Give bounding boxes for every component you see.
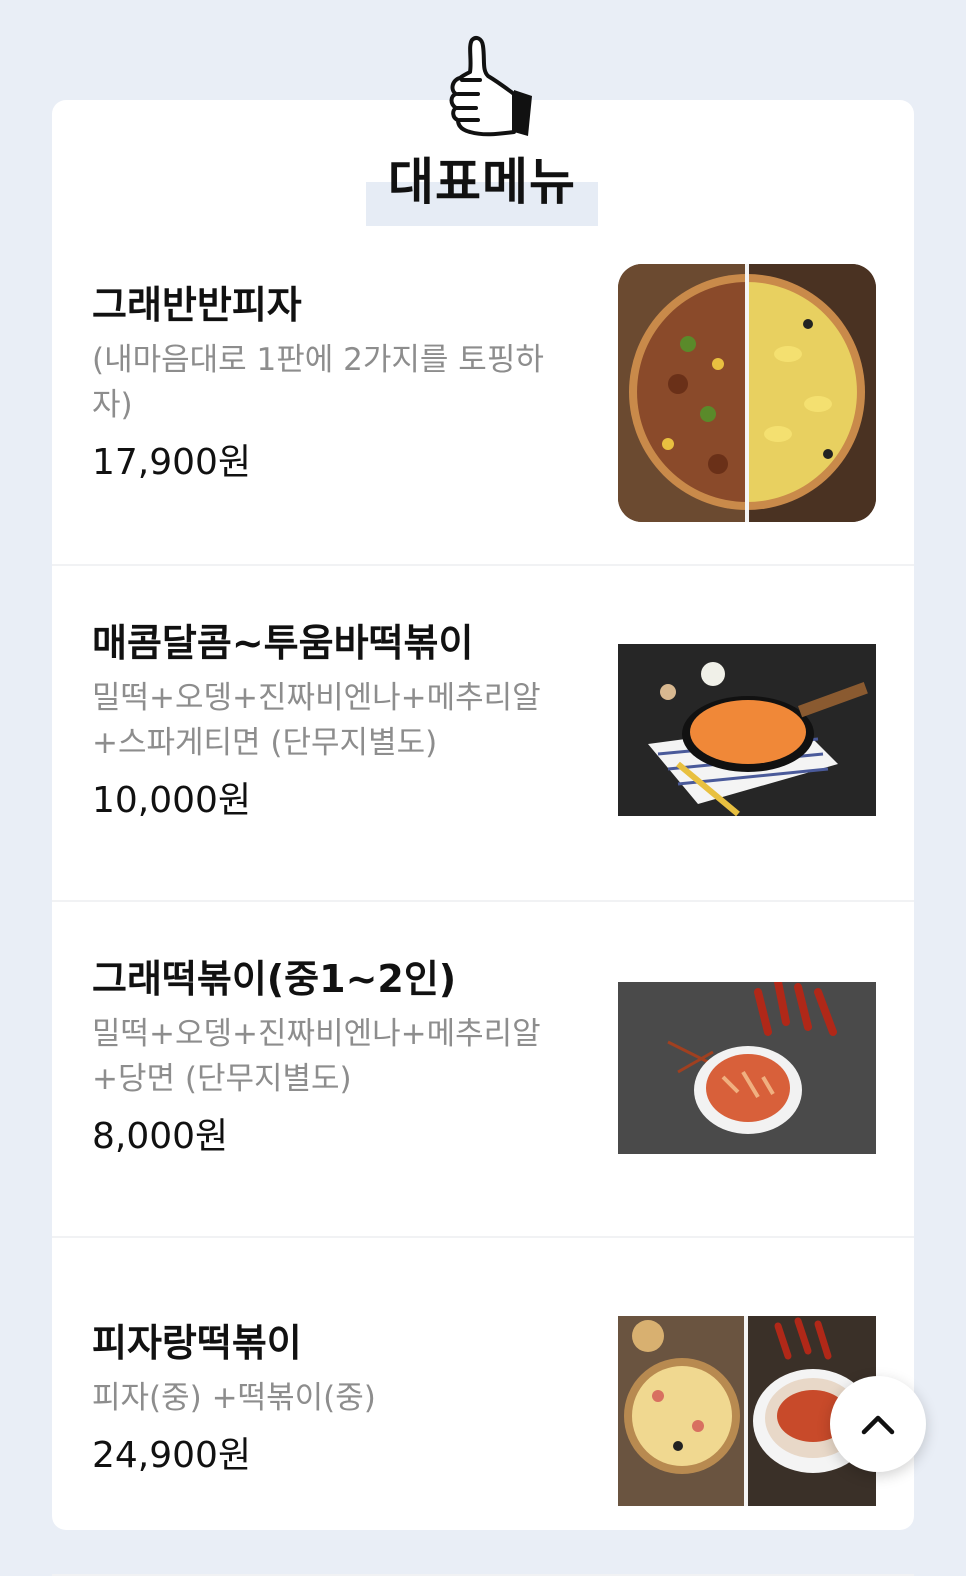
menu-item-description: 밀떡+오뎅+진짜비엔나+메추리알+당면 (단무지별도) [92, 1016, 541, 1097]
menu-item-text: 매콤달콤~투움바떡볶이 밀떡+오뎅+진짜비엔나+메추리알+스파게티면 (단무지별… [92, 618, 582, 824]
menu-item-name: 매콤달콤~투움바떡볶이 [92, 621, 474, 665]
menu-item[interactable]: 그래떡볶이(중1~2인) 밀떡+오뎅+진짜비엔나+메추리알+당면 (단무지별도)… [52, 900, 914, 1238]
menu-item-text: 피자랑떡볶이 피자(중) +떡볶이(중) 24,900원 [92, 1318, 582, 1479]
menu-item-price: 8,000원 [92, 1116, 229, 1157]
menu-item-text: 그래떡볶이(중1~2인) 밀떡+오뎅+진짜비엔나+메추리알+당면 (단무지별도)… [92, 954, 582, 1160]
scroll-to-top-button[interactable] [830, 1376, 926, 1472]
menu-item-image [618, 644, 876, 816]
menu-item-image [618, 264, 876, 522]
menu-item-name: 피자랑떡볶이 [92, 1321, 302, 1365]
menu-item-description: 밀떡+오뎅+진짜비엔나+메추리알+스파게티면 (단무지별도) [92, 680, 541, 761]
menu-item-name: 그래반반피자 [92, 283, 302, 327]
menu-item-name: 그래떡볶이(중1~2인) [92, 957, 457, 1001]
chevron-up-icon [861, 1415, 895, 1435]
menu-item[interactable]: 피자랑떡볶이 피자(중) +떡볶이(중) 24,900원 [52, 1238, 914, 1576]
thumbs-up-icon [428, 32, 540, 140]
menu-item-description: 피자(중) +떡볶이(중) [92, 1380, 376, 1416]
menu-item-text: 그래반반피자 (내마음대로 1판에 2가지를 토핑하자) 17,900원 [92, 280, 582, 486]
section-title: 대표메뉴 [388, 153, 576, 211]
menu-item-price: 10,000원 [92, 780, 252, 821]
menu-item-description: (내마음대로 1판에 2가지를 토핑하자) [92, 342, 544, 423]
menu-item[interactable]: 그래반반피자 (내마음대로 1판에 2가지를 토핑하자) 17,900원 [52, 228, 914, 566]
menu-item-image [618, 982, 876, 1154]
menu-item[interactable]: 매콤달콤~투움바떡볶이 밀떡+오뎅+진짜비엔나+메추리알+스파게티면 (단무지별… [52, 564, 914, 902]
section-header: 대표메뉴 [366, 142, 598, 226]
menu-item-price: 24,900원 [92, 1435, 252, 1476]
menu-item-price: 17,900원 [92, 442, 252, 483]
